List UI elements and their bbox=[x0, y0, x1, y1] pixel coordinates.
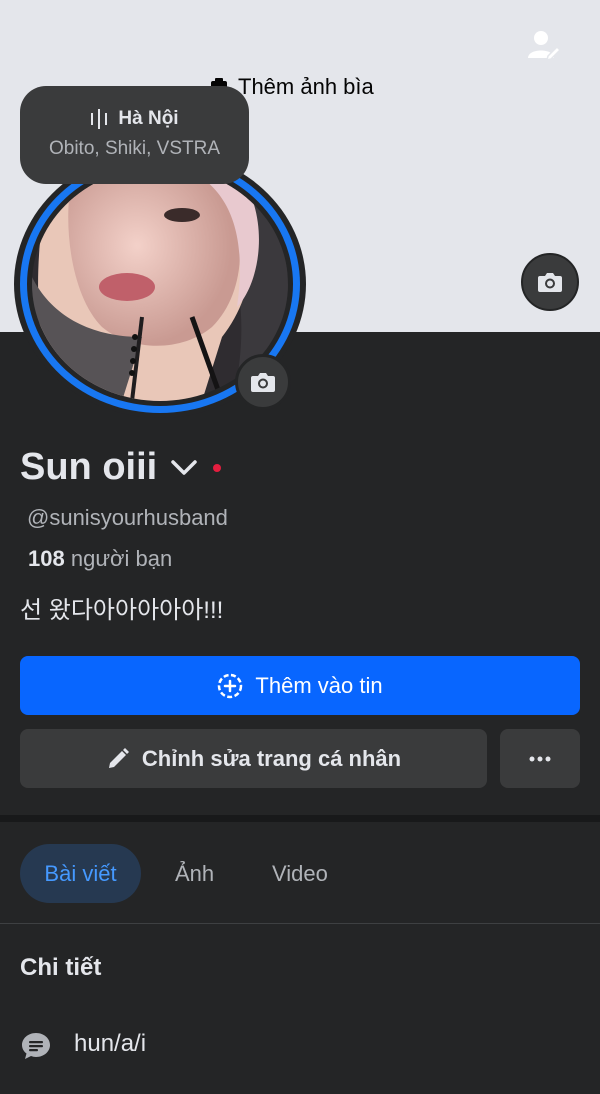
audio-wave-icon bbox=[91, 109, 108, 129]
add-to-story-button[interactable]: Thêm vào tin bbox=[20, 656, 580, 715]
more-horizontal-icon bbox=[529, 756, 551, 761]
profile-handle: @sunisyourhusband bbox=[27, 505, 228, 530]
friends-count[interactable]: 108 người bạn bbox=[28, 546, 172, 572]
tab-photos[interactable]: Ảnh bbox=[175, 844, 214, 903]
location-note-bubble[interactable]: Hà Nội Obito, Shiki, VSTRA bbox=[20, 86, 249, 184]
edit-avatar-camera-button[interactable] bbox=[235, 354, 291, 410]
section-divider bbox=[0, 815, 600, 822]
edit-cover-camera-button[interactable] bbox=[521, 253, 579, 311]
more-options-button[interactable] bbox=[500, 729, 580, 788]
edit-profile-button[interactable]: Chỉnh sửa trang cá nhân bbox=[20, 729, 487, 788]
tabs-divider bbox=[0, 923, 600, 924]
profile-name-row[interactable]: Sun oiii bbox=[20, 446, 222, 489]
chat-bubble-icon bbox=[22, 1033, 50, 1059]
profile-bio: 선 왔다아아아아아!!! bbox=[20, 597, 224, 624]
friends-label: người bạn bbox=[70, 546, 173, 571]
add-cover-label: Thêm ảnh bìa bbox=[238, 74, 374, 99]
notification-dot bbox=[213, 463, 222, 472]
tab-video[interactable]: Video bbox=[272, 844, 328, 903]
camera-icon bbox=[251, 373, 275, 392]
edit-profile-label: Chỉnh sửa trang cá nhân bbox=[141, 745, 402, 771]
pronouns-text: hun/a/i bbox=[74, 1030, 147, 1057]
location-interests: Obito, Shiki, VSTRA bbox=[48, 138, 221, 159]
profile-name: Sun oiii bbox=[20, 446, 158, 488]
chevron-down-icon[interactable] bbox=[171, 459, 197, 477]
add-to-story-label: Thêm vào tin bbox=[255, 672, 383, 698]
details-heading: Chi tiết bbox=[20, 954, 102, 981]
location-city: Hà Nội bbox=[118, 108, 179, 129]
camera-icon bbox=[538, 273, 562, 292]
tab-posts[interactable]: Bài viết bbox=[20, 844, 141, 903]
person-edit-icon[interactable] bbox=[524, 26, 562, 64]
pencil-icon bbox=[108, 747, 129, 768]
add-story-icon bbox=[218, 673, 243, 698]
friends-number: 108 bbox=[28, 546, 65, 571]
